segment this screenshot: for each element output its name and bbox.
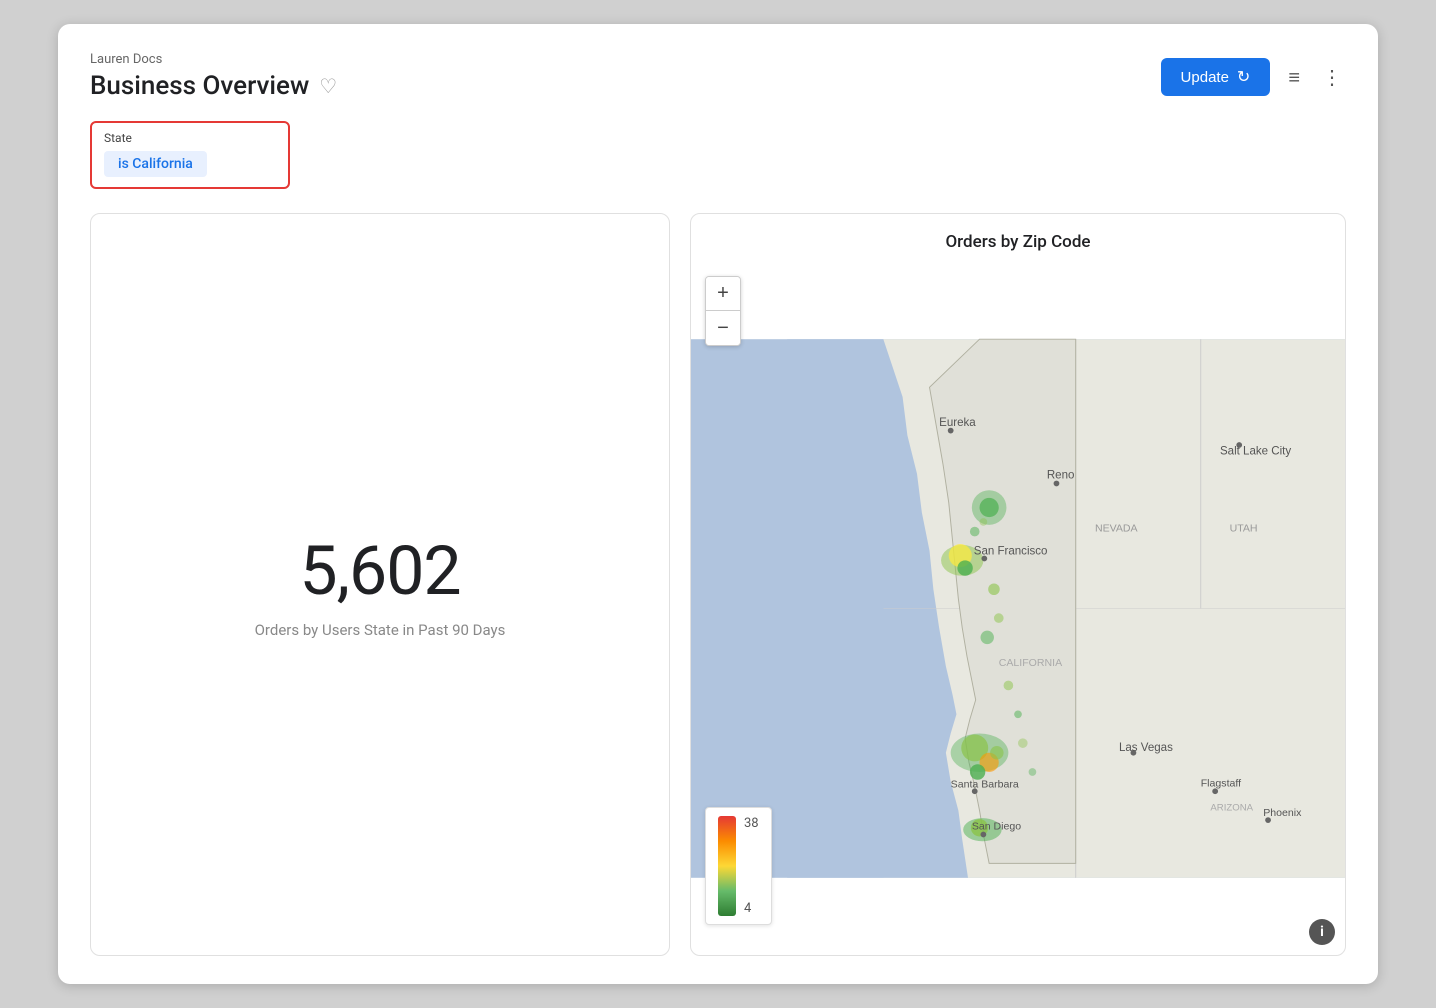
map-svg: Eureka San Francisco Reno NEVADA UTAH CA…: [691, 262, 1345, 955]
header: Lauren Docs Business Overview ♡ Update ↻…: [90, 52, 1346, 101]
lv-label: Las Vegas: [1119, 742, 1173, 754]
phoenix-label: Phoenix: [1263, 807, 1302, 819]
right-panel: Orders by Zip Code: [690, 213, 1346, 956]
more-icon[interactable]: ⋮: [1318, 61, 1346, 93]
dot5: [970, 527, 980, 537]
density-1b: [980, 498, 999, 517]
dot6: [980, 518, 988, 526]
reno-label: Reno: [1047, 470, 1075, 482]
sf-label: San Francisco: [974, 546, 1048, 558]
legend-max: 38: [744, 816, 759, 831]
sb-label: Santa Barbara: [951, 778, 1019, 790]
filter-chip[interactable]: is California: [104, 151, 207, 177]
info-button[interactable]: i: [1309, 919, 1335, 945]
zoom-controls: + −: [705, 276, 741, 346]
density-3b: [994, 613, 1004, 623]
density-la5: [990, 746, 1003, 759]
big-number: 5,602: [299, 531, 460, 611]
utah-label: UTAH: [1230, 523, 1258, 535]
legend-min: 4: [744, 901, 759, 916]
dot4: [1029, 768, 1037, 776]
metric-description: Orders by Users State in Past 90 Days: [255, 621, 506, 639]
zoom-out-button[interactable]: −: [706, 311, 740, 345]
dot2: [1014, 710, 1022, 718]
filter-label: State: [104, 131, 276, 145]
zoom-in-button[interactable]: +: [706, 277, 740, 311]
dot3: [1018, 738, 1028, 748]
app-container: Lauren Docs Business Overview ♡ Update ↻…: [58, 24, 1378, 984]
heart-icon[interactable]: ♡: [319, 74, 337, 98]
slc-label: Salt Lake City: [1220, 446, 1291, 458]
page-title: Business Overview: [90, 71, 309, 101]
density-3c: [980, 631, 993, 644]
update-button-label: Update: [1181, 69, 1229, 86]
breadcrumb: Lauren Docs: [90, 52, 337, 67]
map-title: Orders by Zip Code: [691, 214, 1345, 262]
california-label: CALIFORNIA: [999, 657, 1063, 669]
flagstaff-label: Flagstaff: [1201, 777, 1241, 789]
dot1: [1004, 681, 1014, 691]
update-button[interactable]: Update ↻: [1161, 58, 1271, 96]
eureka-label: Eureka: [939, 417, 976, 429]
sd-label: San Diego: [972, 821, 1021, 833]
header-left: Lauren Docs Business Overview ♡: [90, 52, 337, 101]
density-3: [988, 583, 1000, 595]
map-legend: 38 4: [705, 807, 772, 925]
legend-gradient: [718, 816, 736, 916]
density-2c: [957, 560, 972, 575]
main-content: 5,602 Orders by Users State in Past 90 D…: [90, 213, 1346, 956]
nevada-label: NEVADA: [1095, 523, 1139, 535]
density-la4: [970, 764, 985, 779]
filter-icon[interactable]: ≡: [1284, 61, 1304, 94]
filter-box: State is California: [90, 121, 290, 189]
page-title-row: Business Overview ♡: [90, 71, 337, 101]
filter-section: State is California: [90, 121, 1346, 189]
header-right: Update ↻ ≡ ⋮: [1161, 58, 1346, 96]
arizona-label: ARIZONA: [1210, 802, 1253, 813]
refresh-icon: ↻: [1237, 67, 1250, 87]
legend-labels: 38 4: [744, 816, 759, 916]
left-panel: 5,602 Orders by Users State in Past 90 D…: [90, 213, 670, 956]
map-area: Eureka San Francisco Reno NEVADA UTAH CA…: [691, 262, 1345, 955]
